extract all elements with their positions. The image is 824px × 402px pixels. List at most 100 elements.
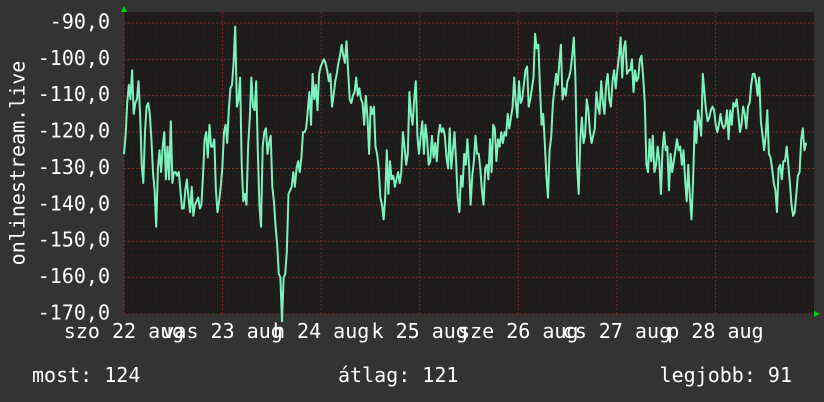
data-point bbox=[568, 76, 570, 79]
data-point bbox=[233, 62, 235, 64]
data-point bbox=[379, 197, 381, 199]
data-point bbox=[650, 160, 652, 162]
data-point bbox=[699, 120, 701, 122]
data-point bbox=[313, 98, 315, 100]
data-point bbox=[234, 26, 236, 28]
data-point bbox=[532, 76, 535, 79]
data-point bbox=[231, 84, 233, 86]
data-point bbox=[549, 149, 551, 151]
data-point bbox=[534, 33, 536, 35]
data-point bbox=[137, 80, 140, 82]
data-point bbox=[278, 273, 280, 275]
data-point bbox=[561, 98, 564, 100]
data-point bbox=[597, 106, 599, 108]
data-point bbox=[436, 160, 438, 162]
data-point bbox=[389, 160, 391, 162]
data-point bbox=[163, 131, 165, 133]
data-point bbox=[336, 73, 338, 75]
data-point bbox=[241, 164, 243, 166]
data-point bbox=[183, 207, 185, 210]
data-point bbox=[125, 135, 127, 137]
y-tick-label: -120,0 bbox=[38, 119, 110, 143]
data-point bbox=[702, 73, 704, 75]
data-point bbox=[247, 146, 249, 148]
data-point bbox=[326, 69, 328, 71]
data-point bbox=[237, 98, 240, 100]
data-point bbox=[189, 211, 191, 213]
data-point bbox=[355, 76, 357, 79]
y-axis-label: onlinestream.live bbox=[6, 61, 30, 266]
data-point bbox=[315, 84, 317, 86]
data-point bbox=[500, 131, 502, 133]
data-point bbox=[797, 175, 799, 177]
data-point bbox=[489, 138, 491, 140]
data-point bbox=[331, 106, 333, 108]
data-point bbox=[707, 120, 709, 122]
data-point bbox=[402, 131, 404, 133]
data-point bbox=[689, 197, 691, 199]
data-point bbox=[695, 142, 698, 144]
data-point bbox=[724, 124, 727, 126]
data-point bbox=[786, 146, 788, 148]
data-point bbox=[178, 171, 180, 173]
data-point bbox=[553, 87, 556, 89]
data-point bbox=[515, 102, 517, 104]
data-point bbox=[624, 40, 627, 42]
data-point bbox=[328, 80, 330, 82]
data-point bbox=[802, 127, 804, 129]
data-point bbox=[736, 98, 738, 100]
data-point bbox=[608, 98, 610, 100]
data-point bbox=[471, 175, 473, 177]
data-point bbox=[186, 178, 188, 180]
data-point bbox=[416, 135, 418, 137]
data-point bbox=[275, 226, 277, 228]
data-point bbox=[503, 131, 506, 133]
data-point bbox=[368, 153, 370, 155]
data-point bbox=[216, 211, 219, 213]
data-point bbox=[141, 164, 143, 166]
data-point bbox=[732, 102, 735, 104]
x-tick-label: k 25 aug bbox=[372, 319, 468, 343]
data-point bbox=[678, 149, 680, 151]
data-point bbox=[781, 178, 783, 180]
data-point bbox=[129, 98, 131, 100]
data-point bbox=[479, 167, 481, 170]
data-point bbox=[455, 160, 457, 162]
data-point bbox=[429, 160, 431, 162]
data-point bbox=[765, 135, 767, 137]
data-point bbox=[287, 193, 290, 195]
data-point bbox=[621, 76, 623, 79]
data-point bbox=[610, 106, 612, 108]
data-point bbox=[226, 142, 228, 144]
data-point bbox=[405, 164, 407, 166]
data-point bbox=[283, 277, 285, 279]
data-point bbox=[763, 149, 765, 151]
data-point bbox=[611, 80, 614, 82]
data-point bbox=[395, 178, 398, 180]
data-point bbox=[745, 127, 747, 129]
data-point bbox=[766, 109, 768, 111]
data-point bbox=[363, 124, 365, 126]
data-point bbox=[134, 102, 136, 104]
data-point bbox=[603, 113, 606, 115]
data-point bbox=[412, 124, 414, 126]
data-point bbox=[157, 167, 159, 170]
data-point bbox=[294, 186, 296, 188]
data-point bbox=[362, 102, 364, 104]
data-point bbox=[220, 186, 222, 188]
data-point bbox=[750, 84, 752, 86]
data-point bbox=[384, 197, 386, 199]
data-point bbox=[370, 106, 372, 108]
y-tick-label: -100,0 bbox=[38, 46, 110, 70]
data-point bbox=[254, 109, 256, 111]
data-point bbox=[352, 95, 354, 97]
data-point bbox=[329, 73, 331, 75]
data-point bbox=[647, 171, 649, 173]
data-point bbox=[223, 131, 225, 133]
data-point bbox=[149, 113, 151, 115]
data-point bbox=[339, 55, 341, 57]
data-point bbox=[197, 197, 199, 199]
data-point bbox=[165, 178, 167, 180]
data-point bbox=[637, 76, 639, 79]
data-point bbox=[708, 116, 710, 119]
